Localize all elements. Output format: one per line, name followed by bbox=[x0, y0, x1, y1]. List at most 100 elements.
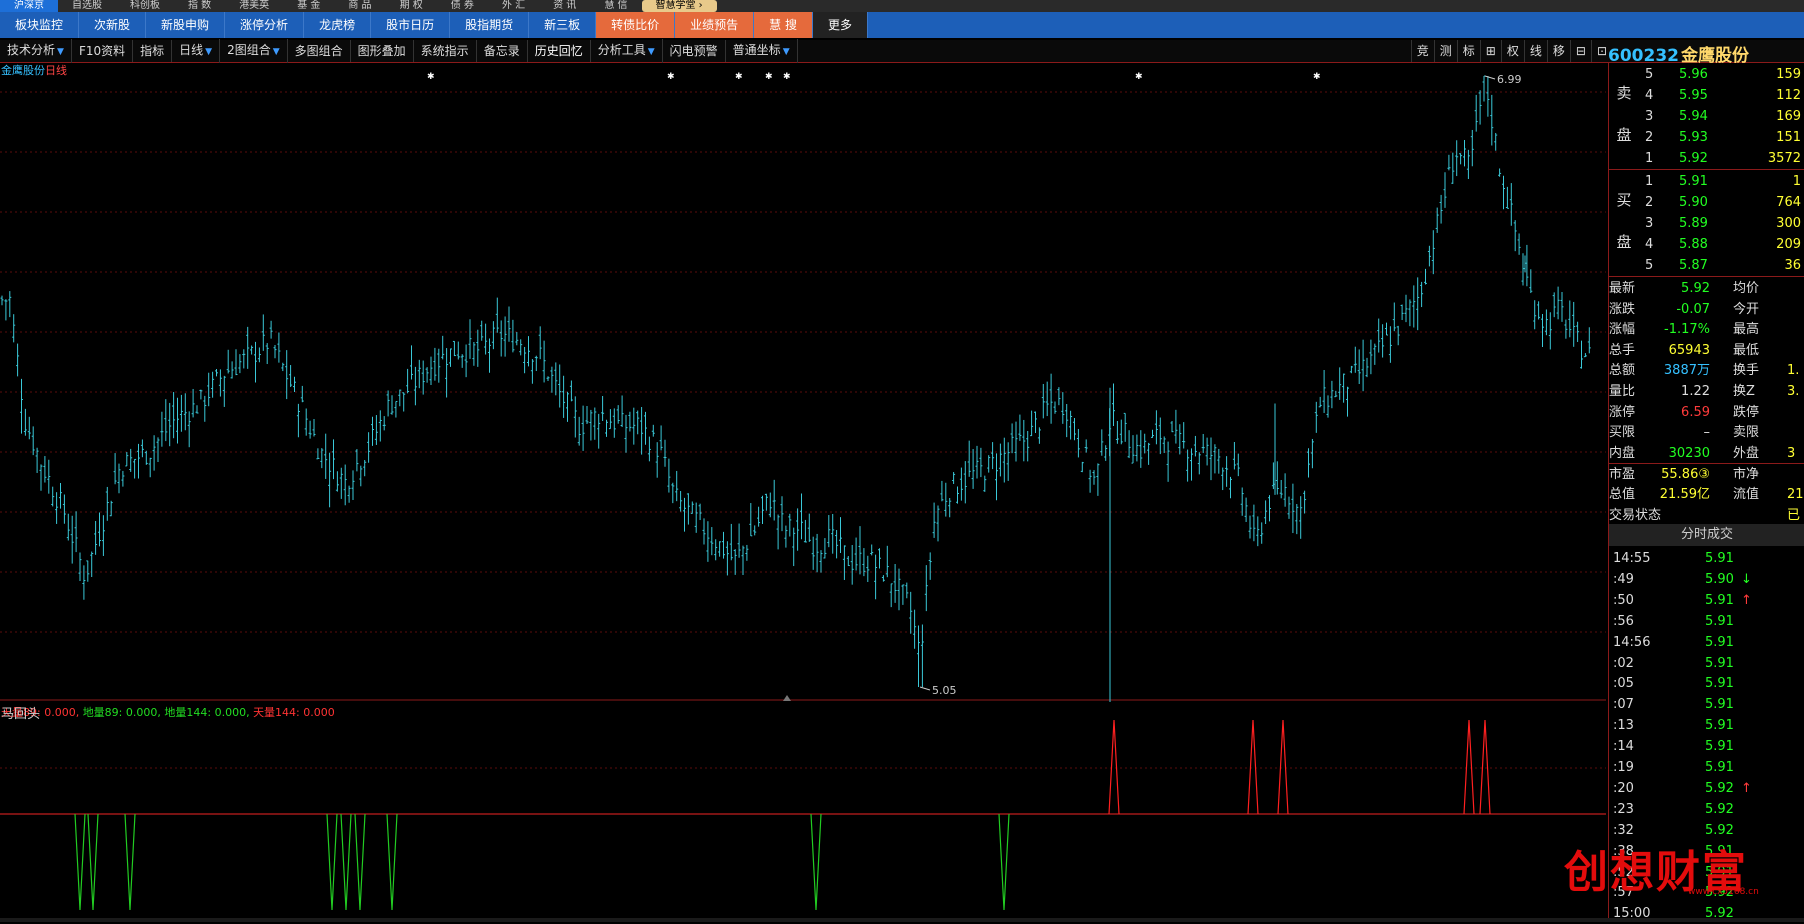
toolbar-item-3[interactable]: 日线 ▼ bbox=[172, 39, 221, 63]
toolbar-item-7[interactable]: 系统指示 bbox=[414, 40, 477, 62]
nav-item-0[interactable]: 板块监控 bbox=[0, 12, 80, 38]
ohlc-bar bbox=[772, 479, 776, 521]
nav-item-6[interactable]: 股指期货 bbox=[450, 12, 530, 38]
market-tab-8[interactable]: 债 券 bbox=[437, 0, 488, 12]
toolbar-right-5[interactable]: 线 bbox=[1523, 40, 1547, 62]
market-tab-9[interactable]: 外 汇 bbox=[488, 0, 539, 12]
quote-row: 总额 3887万 换手 1. bbox=[1609, 360, 1804, 381]
ohlc-bar bbox=[870, 544, 874, 556]
market-tab-5[interactable]: 基 金 bbox=[283, 0, 334, 12]
quote-value: 21.59亿 bbox=[1659, 487, 1710, 502]
ohlc-bar bbox=[1482, 75, 1486, 102]
ohlc-bar bbox=[98, 512, 101, 547]
sell-row[interactable]: 4 5.95 112 bbox=[1645, 85, 1804, 106]
buy-row[interactable]: 4 5.88 209 bbox=[1645, 234, 1804, 255]
nav-item-7[interactable]: 新三板 bbox=[529, 12, 597, 38]
ohlc-bar bbox=[1123, 412, 1127, 442]
toolbar-item-9[interactable]: 历史回忆 bbox=[528, 40, 591, 62]
market-tab-3[interactable]: 指 数 bbox=[174, 0, 225, 12]
market-tab-6[interactable]: 商 品 bbox=[334, 0, 385, 12]
ohlc-bar bbox=[1041, 383, 1045, 419]
buy-row[interactable]: 3 5.89 300 bbox=[1645, 213, 1804, 234]
toolbar-item-5[interactable]: 多图组合 bbox=[288, 40, 351, 62]
promo-button[interactable]: 智慧学堂 › bbox=[641, 0, 717, 12]
ohlc-bar bbox=[651, 424, 655, 437]
market-tab-0[interactable]: 沪深京 bbox=[0, 0, 58, 12]
toolbar-item-6[interactable]: 图形叠加 bbox=[351, 40, 414, 62]
market-tab-4[interactable]: 港美英 bbox=[225, 0, 283, 12]
nav-item-4[interactable]: 龙虎榜 bbox=[304, 12, 372, 38]
market-tab-2[interactable]: 科创板 bbox=[116, 0, 174, 12]
ohlc-bar bbox=[1544, 309, 1548, 336]
ohlc-bar bbox=[23, 408, 27, 436]
tick-row: 14:55 5.91 bbox=[1609, 548, 1804, 569]
ohlc-bar bbox=[211, 371, 215, 398]
toolbar-item-8[interactable]: 备忘录 bbox=[477, 40, 528, 62]
sell-row[interactable]: 3 5.94 169 bbox=[1645, 106, 1804, 127]
indicator-chart[interactable] bbox=[0, 702, 1606, 918]
toolbar-right-7[interactable]: ⊟ bbox=[1569, 40, 1591, 62]
nav-item-5[interactable]: 股市日历 bbox=[371, 12, 451, 38]
toolbar-item-2[interactable]: 指标 bbox=[133, 40, 173, 62]
toolbar-item-10[interactable]: 分析工具 ▼ bbox=[591, 39, 663, 63]
toolbar-item-4[interactable]: 2图组合 ▼ bbox=[220, 39, 288, 63]
toolbar-right-3[interactable]: ⊞ bbox=[1479, 40, 1501, 62]
ohlc-bar bbox=[569, 380, 573, 402]
toolbar-item-label: 系统指示 bbox=[420, 44, 469, 58]
signal-spike-down bbox=[998, 813, 1010, 911]
market-tab-10[interactable]: 资 讯 bbox=[539, 0, 590, 12]
buy-price: 5.89 bbox=[1679, 216, 1708, 231]
nav-orange-item-1[interactable]: 业绩预告 bbox=[675, 12, 755, 38]
ohlc-bar bbox=[1478, 90, 1482, 125]
toolbar-item-11[interactable]: 闪电预警 bbox=[663, 40, 726, 62]
sell-row[interactable]: 1 5.92 3572 bbox=[1645, 148, 1804, 169]
ohlc-bar bbox=[367, 432, 371, 463]
ohlc-bar bbox=[246, 326, 250, 369]
ohlc-bar bbox=[917, 625, 920, 687]
sell-row[interactable]: 2 5.93 151 bbox=[1645, 127, 1804, 148]
tick-price: 5.91 bbox=[1705, 592, 1734, 608]
sell-row[interactable]: 5 5.96 159 bbox=[1645, 64, 1804, 85]
buy-price: 5.90 bbox=[1679, 195, 1708, 210]
ohlc-bar bbox=[1505, 186, 1509, 209]
buy-row[interactable]: 5 5.87 36 bbox=[1645, 255, 1804, 276]
toolbar-right-1[interactable]: 测 bbox=[1433, 40, 1457, 62]
high-marker-line bbox=[1484, 75, 1496, 80]
toolbar-right-6[interactable]: 移 bbox=[1546, 40, 1570, 62]
toolbar-right-4[interactable]: 权 bbox=[1500, 40, 1524, 62]
market-tab-11[interactable]: 慧 信 bbox=[590, 0, 641, 12]
nav-item-2[interactable]: 新股申购 bbox=[146, 12, 226, 38]
ticks-header[interactable]: 分时成交 bbox=[1609, 524, 1804, 546]
toolbar-item-1[interactable]: F10资料 bbox=[72, 40, 134, 62]
ohlc-bar bbox=[842, 545, 846, 580]
quote-label: 交易状态 bbox=[1609, 507, 1662, 523]
signal-spike-up bbox=[1479, 719, 1491, 815]
toolbar-right-0[interactable]: 竞 bbox=[1410, 40, 1434, 62]
buy-row[interactable]: 2 5.90 764 bbox=[1645, 192, 1804, 213]
ohlc-bar bbox=[472, 341, 476, 366]
ohlc-bar bbox=[1369, 339, 1373, 375]
toolbar-item-label: 闪电预警 bbox=[669, 44, 718, 58]
market-tab-7[interactable]: 期 权 bbox=[386, 0, 437, 12]
quote-value-2: 3 bbox=[1787, 445, 1796, 461]
nav-orange-item-2[interactable]: 慧 搜 bbox=[754, 12, 813, 38]
nav-orange-item-0[interactable]: 转债比价 bbox=[596, 12, 676, 38]
price-chart[interactable]: 6.99 5.05 ✱ ✱ ✱ ✱ ✱ ✱ ✱ bbox=[0, 62, 1606, 702]
nav-item-3[interactable]: 涨停分析 bbox=[225, 12, 305, 38]
ohlc-bar bbox=[1486, 76, 1490, 117]
market-tab-1[interactable]: 自选股 bbox=[58, 0, 116, 12]
toolbar-item-12[interactable]: 普通坐标 ▼ bbox=[726, 39, 798, 63]
ohlc-bar bbox=[901, 584, 905, 605]
toolbar-item-0[interactable]: 技术分析 ▼ bbox=[0, 39, 72, 63]
ohlc-bar bbox=[8, 291, 12, 318]
buy-row[interactable]: 1 5.91 1 bbox=[1645, 171, 1804, 192]
nav-item-1[interactable]: 次新股 bbox=[79, 12, 147, 38]
ohlc-bar bbox=[1474, 94, 1478, 132]
ohlc-bar bbox=[499, 320, 503, 357]
nav-more[interactable]: 更多 bbox=[812, 12, 868, 38]
ohlc-bar bbox=[452, 340, 456, 357]
ohlc-bar bbox=[215, 369, 218, 377]
ohlc-bar bbox=[1537, 301, 1541, 320]
toolbar-right-2[interactable]: 标 bbox=[1456, 40, 1480, 62]
ohlc-bar bbox=[1583, 353, 1587, 358]
